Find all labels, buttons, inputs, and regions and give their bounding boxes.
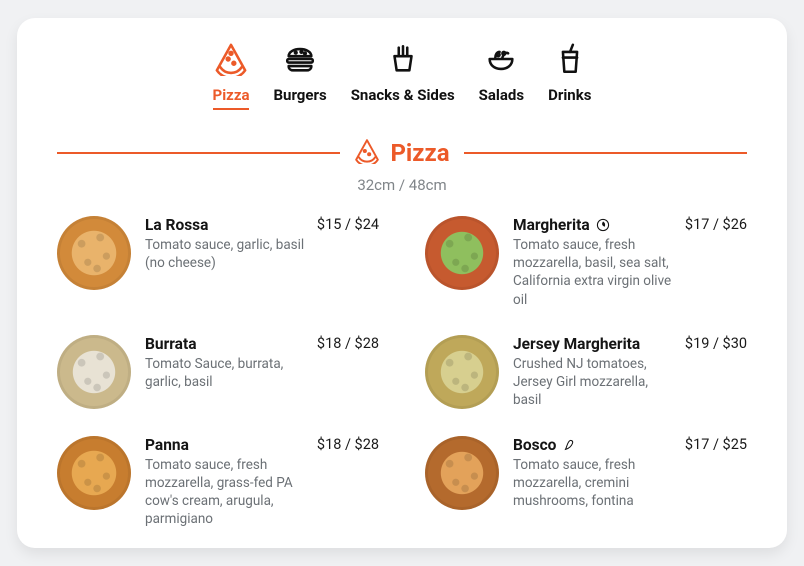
menu-item[interactable]: Jersey Margherita Crushed NJ tomatoes, J…: [425, 335, 747, 410]
nav-item-burgers[interactable]: Burgers: [273, 42, 326, 110]
spicy-icon: [562, 438, 576, 452]
nav-label: Salads: [479, 86, 524, 104]
menu-item[interactable]: Bosco Tomato sauce, fresh mozzarella, cr…: [425, 436, 747, 529]
item-price: $19 / $30: [685, 335, 747, 410]
item-price: $18 / $28: [317, 436, 379, 529]
menu-grid: La Rossa Tomato sauce, garlic, basil (no…: [57, 216, 747, 528]
nav-item-snacks[interactable]: Snacks & Sides: [351, 42, 455, 110]
item-name: Burrata: [145, 335, 305, 353]
item-image: [57, 335, 131, 409]
pizza-icon: [354, 138, 380, 168]
menu-item[interactable]: Panna Tomato sauce, fresh mozzarella, gr…: [57, 436, 379, 529]
item-image: [425, 436, 499, 510]
nav-label: Pizza: [213, 86, 250, 104]
menu-item[interactable]: Margherita Tomato sauce, fresh mozzarell…: [425, 216, 747, 309]
category-nav: Pizza Burgers Snacks & Sides Salads Drin…: [57, 42, 747, 110]
section-title: Pizza: [390, 139, 449, 167]
item-name: Margherita: [513, 216, 673, 234]
nav-item-drinks[interactable]: Drinks: [548, 42, 591, 110]
nav-label: Snacks & Sides: [351, 86, 455, 104]
item-price: $17 / $25: [685, 436, 747, 511]
menu-item[interactable]: La Rossa Tomato sauce, garlic, basil (no…: [57, 216, 379, 309]
vegetarian-icon: [596, 218, 610, 232]
section-subtitle: 32cm / 48cm: [57, 176, 747, 194]
nav-label: Burgers: [273, 86, 326, 104]
item-price: $15 / $24: [317, 216, 379, 272]
item-description: Tomato sauce, fresh mozzarella, basil, s…: [513, 236, 673, 309]
item-description: Tomato sauce, garlic, basil (no cheese): [145, 236, 305, 272]
item-description: Tomato sauce, fresh mozzarella, cremini …: [513, 456, 673, 511]
nav-item-pizza[interactable]: Pizza: [213, 42, 250, 110]
item-name: Jersey Margherita: [513, 335, 673, 353]
item-image: [57, 436, 131, 510]
item-price: $18 / $28: [317, 335, 379, 391]
item-image: [57, 216, 131, 290]
item-name: La Rossa: [145, 216, 305, 234]
item-image: [425, 335, 499, 409]
menu-card: Pizza Burgers Snacks & Sides Salads Drin…: [17, 18, 787, 548]
item-name: Panna: [145, 436, 305, 454]
item-description: Crushed NJ tomatoes, Jersey Girl mozzare…: [513, 355, 673, 410]
burger-icon: [283, 42, 317, 80]
drink-icon: [553, 42, 587, 80]
divider-right: [464, 152, 747, 154]
salad-icon: [484, 42, 518, 80]
fries-icon: [386, 42, 420, 80]
item-price: $17 / $26: [685, 216, 747, 309]
menu-item[interactable]: Burrata Tomato Sauce, burrata, garlic, b…: [57, 335, 379, 410]
item-image: [425, 216, 499, 290]
pizza-icon: [214, 42, 248, 80]
section-title-wrap: Pizza: [354, 138, 449, 168]
section-header: Pizza: [57, 138, 747, 168]
item-name: Bosco: [513, 436, 673, 454]
item-description: Tomato sauce, fresh mozzarella, grass-fe…: [145, 456, 305, 529]
item-description: Tomato Sauce, burrata, garlic, basil: [145, 355, 305, 391]
nav-label: Drinks: [548, 86, 591, 104]
divider-left: [57, 152, 340, 154]
nav-item-salads[interactable]: Salads: [479, 42, 524, 110]
